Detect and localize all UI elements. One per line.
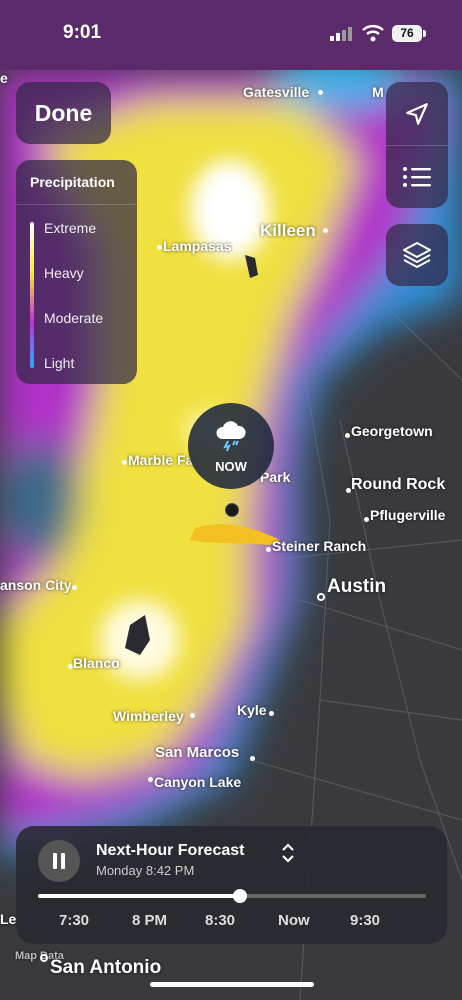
- city-dot-san-antonio: [40, 954, 48, 962]
- city-label-wimberley: Wimberley: [113, 708, 184, 724]
- timeline-tick: 9:30: [350, 912, 381, 929]
- layers-icon: [403, 242, 431, 268]
- timeline-handle[interactable]: [232, 889, 247, 903]
- city-label-edge-e: e: [0, 70, 8, 86]
- city-label-georgetown: Georgetown: [351, 423, 433, 439]
- city-label-pflugerville: Pflugerville: [370, 507, 446, 523]
- city-label-benson-city: anson City: [0, 577, 72, 593]
- timeline-slider[interactable]: [38, 889, 426, 903]
- city-label-canyon-lake: Canyon Lake: [154, 774, 242, 790]
- done-button[interactable]: Done: [16, 82, 111, 144]
- chevron-up-down-icon[interactable]: [281, 842, 295, 864]
- city-label-steiner-ranch: Steiner Ranch: [272, 538, 367, 554]
- forecast-title[interactable]: Next-Hour Forecast: [96, 842, 244, 860]
- layers-button[interactable]: [386, 224, 448, 286]
- city-label-san-marcos: San Marcos: [155, 744, 240, 761]
- city-label-edge-m: M: [372, 84, 384, 100]
- timeline-progress: [38, 894, 240, 898]
- status-time: 9:01: [63, 22, 102, 43]
- city-dot: [364, 517, 369, 522]
- legend-label-heavy: Heavy: [44, 265, 84, 281]
- now-marker[interactable]: NOW: [188, 403, 274, 489]
- city-dot: [269, 711, 274, 716]
- city-label-killeen: Killeen: [260, 221, 316, 240]
- battery-tip: [423, 30, 426, 37]
- cellular-signal-icon: [330, 27, 352, 41]
- wifi-icon: [362, 25, 384, 42]
- city-label-lampasas: Lampasas: [163, 238, 232, 254]
- city-dot: [266, 547, 271, 552]
- timeline-tick-now: Now: [278, 912, 310, 929]
- city-dot: [190, 713, 195, 718]
- city-label-blanco: Blanco: [73, 655, 120, 671]
- battery-icon: 76: [392, 25, 422, 42]
- forecast-subtitle: Monday 8:42 PM: [96, 863, 195, 878]
- city-dot: [157, 245, 162, 250]
- legend-label-light: Light: [44, 355, 75, 371]
- city-dot: [122, 460, 127, 465]
- city-label-round-rock: Round Rock: [351, 476, 446, 493]
- city-dot: [345, 433, 350, 438]
- city-label-kyle: Kyle: [237, 702, 267, 718]
- city-dot: [323, 228, 328, 233]
- city-label-austin: Austin: [327, 576, 387, 597]
- timeline-tick: 7:30: [59, 912, 90, 929]
- city-label-san-antonio: San Antonio: [50, 957, 162, 978]
- timeline-tick: 8:30: [205, 912, 236, 929]
- precipitation-legend: Precipitation Extreme Heavy Moderate Lig…: [16, 160, 137, 384]
- timeline-tick: 8 PM: [132, 912, 168, 929]
- city-dot: [72, 585, 77, 590]
- city-dot: [250, 756, 255, 761]
- legend-label-extreme: Extreme: [44, 220, 97, 236]
- thunderstorm-cloud-icon: [216, 421, 246, 452]
- city-label-marble-falls: Marble Fa: [128, 452, 194, 468]
- list-button[interactable]: [386, 146, 448, 208]
- legend-gradient-bar: [30, 222, 34, 368]
- city-label-gatesville: Gatesville: [243, 84, 310, 100]
- now-marker-label: NOW: [215, 459, 247, 474]
- legend-label-moderate: Moderate: [44, 310, 104, 326]
- list-icon: [403, 166, 431, 187]
- pause-button[interactable]: [38, 840, 80, 882]
- legend-title: Precipitation: [30, 174, 115, 190]
- status-bar: 9:01 76: [0, 0, 462, 70]
- city-dot: [318, 90, 323, 95]
- city-dot: [148, 777, 153, 782]
- map-controls: [386, 82, 448, 208]
- city-dot-austin: [317, 593, 325, 601]
- next-hour-forecast-panel: Next-Hour Forecast Monday 8:42 PM 7:30 8…: [16, 826, 447, 944]
- location-button[interactable]: [386, 83, 448, 145]
- home-indicator[interactable]: [150, 982, 314, 987]
- city-label-edge-le: Le: [0, 911, 17, 927]
- pause-icon: [53, 853, 65, 869]
- legend-divider: [16, 204, 137, 205]
- location-pin: [225, 503, 239, 517]
- location-arrow-icon: [406, 102, 428, 125]
